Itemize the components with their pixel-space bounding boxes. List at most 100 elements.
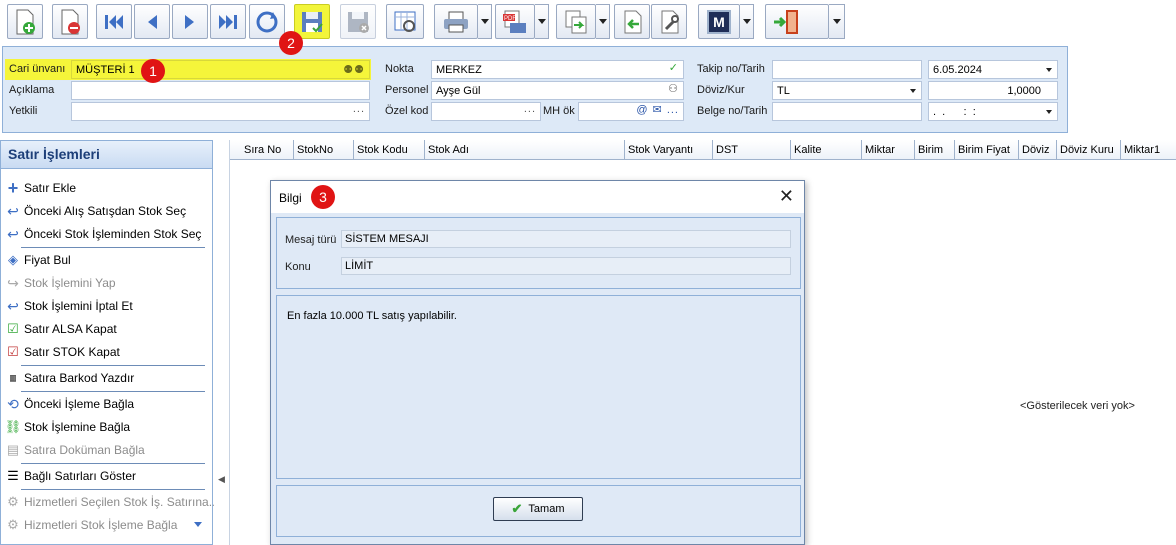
dokuman-bagla-item[interactable]: ▤ Satıra Doküman Bağla <box>5 440 145 460</box>
nokta-field[interactable]: MERKEZ ✓ <box>431 60 684 79</box>
delete-document-button[interactable] <box>52 4 88 39</box>
collapse-arrow-icon[interactable]: ◀ <box>218 474 225 485</box>
panel-splitter[interactable]: ◀ <box>214 140 228 545</box>
doviz-select[interactable]: TL <box>772 81 922 100</box>
column-header[interactable]: Döviz Kuru <box>1057 140 1121 160</box>
exit-door-icon <box>774 9 798 34</box>
cari-unvani-label: Cari ünvanı <box>9 63 66 75</box>
satir-alsa-kapat-item[interactable]: ☑ Satır ALSA Kapat <box>5 319 117 339</box>
pdf-export-icon: PDF <box>503 10 526 33</box>
column-header[interactable]: Miktar <box>862 140 915 160</box>
undo-arrow-icon: ↩ <box>7 297 19 314</box>
m-brand-icon: M <box>707 9 731 34</box>
belge-date-field[interactable]: . . : : <box>928 102 1058 121</box>
takip-date-field[interactable]: 6.05.2024 <box>928 60 1058 79</box>
barkod-yazdir-item[interactable]: ▥ Satıra Barkod Yazdır <box>5 368 134 388</box>
column-header[interactable]: Birim Fiyat <box>955 140 1019 160</box>
transfer-button[interactable] <box>556 4 596 39</box>
message-meta-box: Mesaj türü SİSTEM MESAJI Konu LİMİT <box>276 217 801 289</box>
column-header[interactable]: Stok Kodu <box>354 140 425 160</box>
mh-ok-field[interactable]: @ ✉ ... <box>578 102 684 121</box>
bagli-satirlar-item[interactable]: ☰ Bağlı Satırları Göster <box>5 466 136 486</box>
fiyat-bul-item[interactable]: ◈ Fiyat Bul <box>5 250 71 270</box>
kur-field[interactable]: 1,0000 <box>928 81 1058 100</box>
belge-no-field[interactable] <box>772 102 922 121</box>
check-icon[interactable]: ✓ <box>669 61 679 74</box>
mesaj-turu-field: SİSTEM MESAJI <box>341 230 791 248</box>
new-document-button[interactable] <box>7 4 43 39</box>
people-icon[interactable]: ⚉⚉ <box>343 63 365 76</box>
exit-button[interactable] <box>765 4 829 39</box>
stok-islemini-yap-item[interactable]: ↪ Stok İşlemini Yap <box>5 273 115 293</box>
hizmetleri-stok-item[interactable]: ⚙ Hizmetleri Stok İşleme Bağla <box>5 515 177 535</box>
stok-islemine-bagla-item[interactable]: ⛓ Stok İşlemine Bağla <box>5 417 130 437</box>
previous-record-button[interactable] <box>134 4 170 39</box>
konu-label: Konu <box>285 261 311 273</box>
column-header[interactable]: Döviz <box>1019 140 1057 160</box>
nokta-label: Nokta <box>385 63 414 75</box>
first-record-button[interactable] <box>96 4 132 39</box>
link-back-icon: ⟲ <box>7 395 19 412</box>
chevron-down-icon[interactable] <box>910 89 916 93</box>
pdf-export-button[interactable]: PDF <box>495 4 535 39</box>
chevron-down-icon[interactable] <box>1046 68 1052 72</box>
column-header[interactable]: DST <box>713 140 791 160</box>
plus-icon: + <box>7 177 19 198</box>
preview-button[interactable] <box>386 4 424 39</box>
stok-islemini-iptal-item[interactable]: ↩ Stok İşlemini İptal Et <box>5 296 133 316</box>
ozel-kod-label: Özel kod <box>385 105 429 117</box>
first-record-icon <box>105 14 123 29</box>
onceki-alis-satis-item[interactable]: ↩ Önceki Alış Satışdan Stok Seç <box>5 201 186 221</box>
next-record-button[interactable] <box>172 4 208 39</box>
divider <box>21 391 205 392</box>
person-search-icon[interactable]: ⚇ <box>668 82 679 95</box>
ozel-kod-field[interactable]: ... <box>431 102 541 121</box>
cancel-save-button[interactable] <box>340 4 376 39</box>
email-icon[interactable]: @ ✉ ... <box>636 103 679 116</box>
konu-field: LİMİT <box>341 257 791 275</box>
ok-button[interactable]: ✔ Tamam <box>493 497 583 521</box>
forward-arrow-icon: ↪ <box>7 274 19 291</box>
settings-wrench-icon <box>661 10 679 33</box>
aciklama-field[interactable] <box>71 81 370 100</box>
personel-field[interactable]: Ayşe Gül ⚇ <box>431 81 684 100</box>
column-header[interactable]: Kalite <box>791 140 862 160</box>
pdf-dropdown-button[interactable] <box>535 4 549 39</box>
refresh-button[interactable] <box>249 4 285 39</box>
last-record-button[interactable] <box>210 4 246 39</box>
delete-document-icon <box>61 9 80 34</box>
last-record-icon <box>219 14 237 29</box>
ellipsis-icon[interactable]: ... <box>524 103 536 115</box>
transfer-dropdown-button[interactable] <box>596 4 610 39</box>
yetkili-field[interactable]: ... <box>71 102 370 121</box>
satir-stok-kapat-item[interactable]: ☑ Satır STOK Kapat <box>5 342 120 362</box>
exit-dropdown-button[interactable] <box>829 4 845 39</box>
mh-ok-label: MH ök <box>543 105 575 117</box>
import-button[interactable] <box>614 4 650 39</box>
scroll-down-icon[interactable] <box>194 522 202 527</box>
cari-unvani-field[interactable]: MÜŞTERİ 1 ⚉⚉ <box>71 60 370 79</box>
takip-no-field[interactable] <box>772 60 922 79</box>
ellipsis-icon[interactable]: ... <box>353 103 365 115</box>
print-button[interactable] <box>434 4 478 39</box>
info-dialog: Bilgi ✕ Mesaj türü SİSTEM MESAJI Konu Lİ… <box>270 180 805 545</box>
m-brand-button[interactable]: M <box>698 4 740 39</box>
step-badge: 2 <box>279 31 303 55</box>
print-dropdown-button[interactable] <box>478 4 492 39</box>
belge-date-value: . . : : <box>933 106 976 118</box>
column-header[interactable]: Birim <box>915 140 955 160</box>
column-header[interactable]: Miktar1 <box>1121 140 1176 160</box>
column-header[interactable]: StokNo <box>294 140 354 160</box>
column-header[interactable]: Stok Adı <box>425 140 625 160</box>
hizmetleri-secilen-item[interactable]: ⚙ Hizmetleri Seçilen Stok İş. Satırına... <box>5 492 219 512</box>
close-icon[interactable]: ✕ <box>779 186 794 207</box>
column-header[interactable]: Stok Varyantı <box>625 140 713 160</box>
column-header[interactable]: Sıra No <box>241 140 294 160</box>
settings-wrench-button[interactable] <box>651 4 687 39</box>
onceki-isleme-bagla-item[interactable]: ⟲ Önceki İşleme Bağla <box>5 394 134 414</box>
m-brand-dropdown-button[interactable] <box>740 4 754 39</box>
chevron-down-icon[interactable] <box>1046 110 1052 114</box>
satir-ekle-item[interactable]: + Satır Ekle <box>5 178 76 198</box>
onceki-stok-islem-item[interactable]: ↩ Önceki Stok İşleminden Stok Seç <box>5 224 201 244</box>
panel-title: Satır İşlemleri <box>1 141 212 169</box>
